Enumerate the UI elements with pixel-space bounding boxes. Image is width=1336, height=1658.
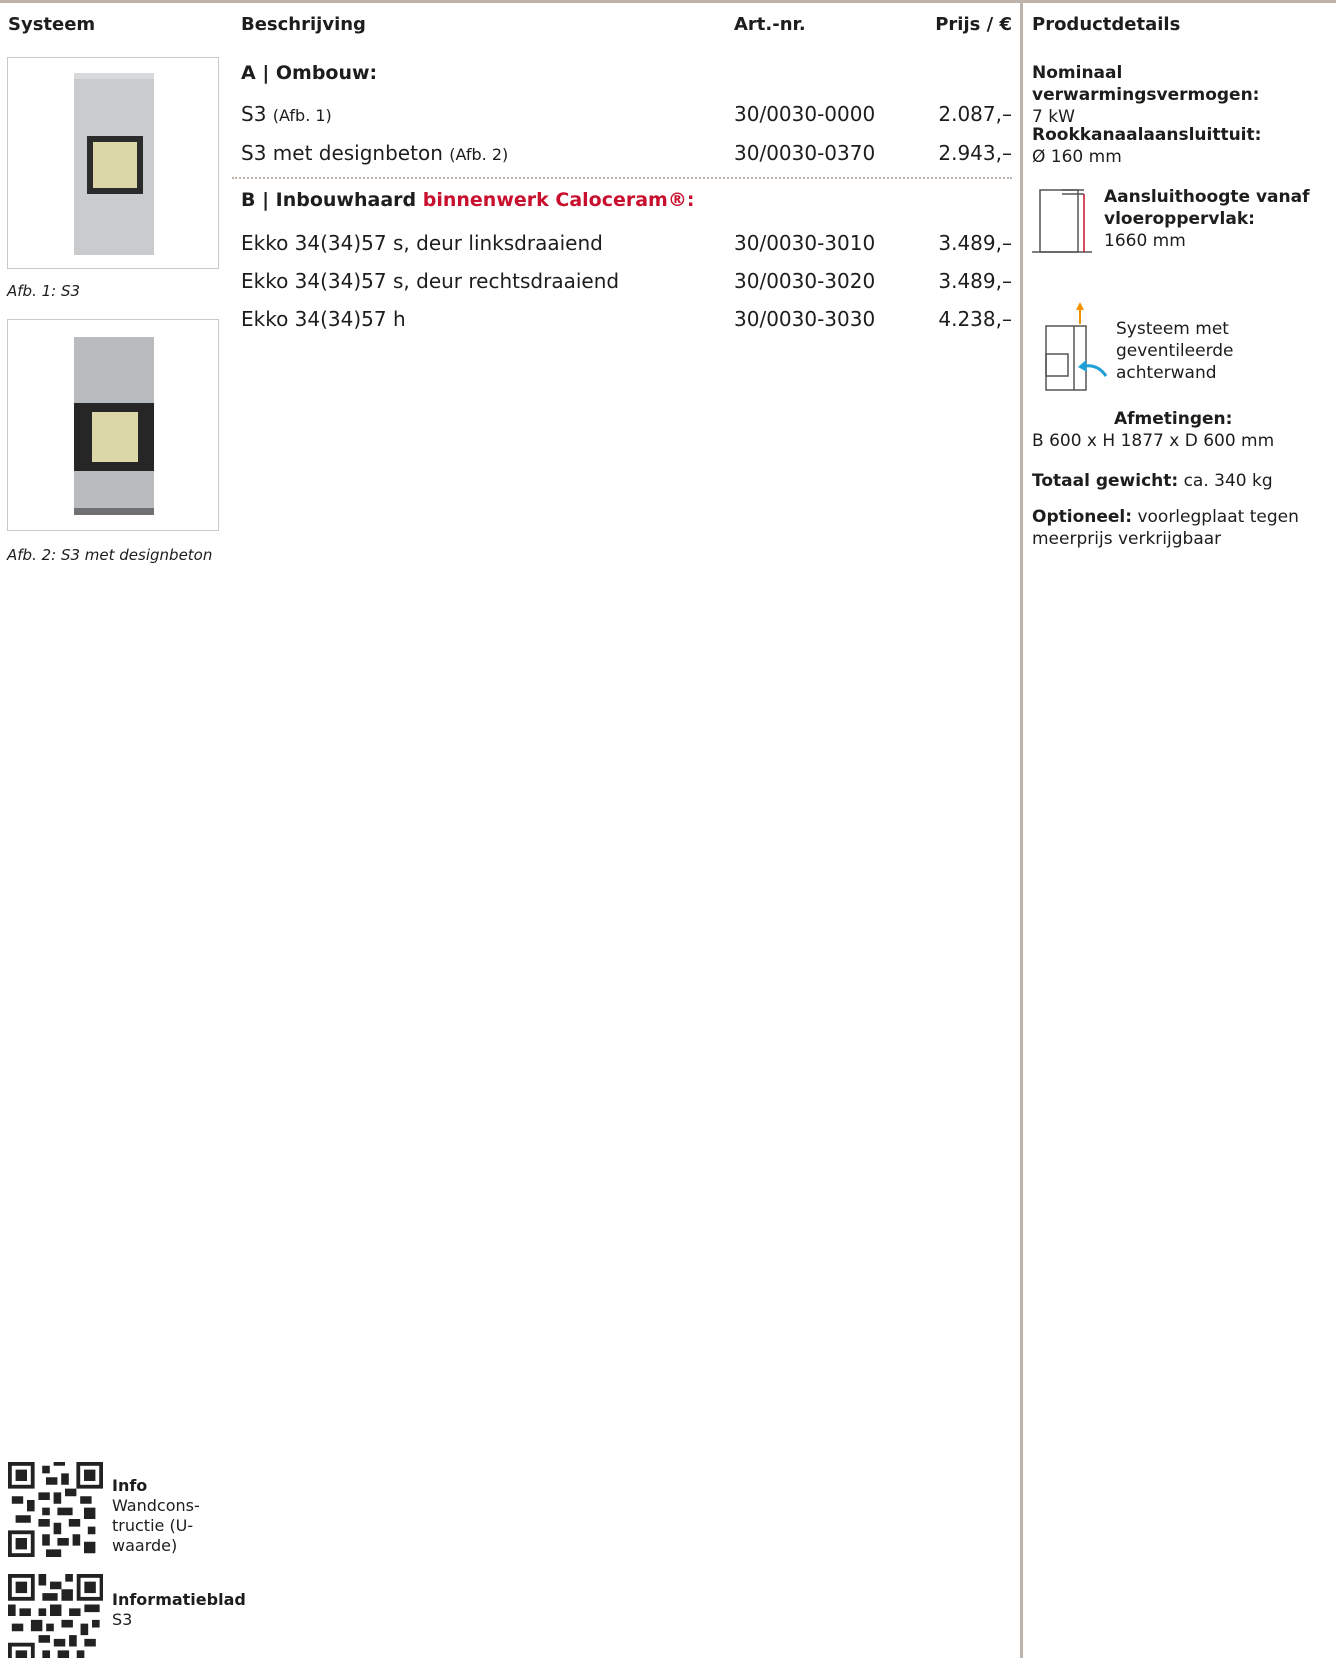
detail-dimensions: Afmetingen: B 600 x H 1877 x D 600 mm <box>1032 409 1275 451</box>
qr-code-informatieblad-icon[interactable] <box>8 1574 103 1658</box>
top-rule <box>0 0 1336 3</box>
detail-connection-height: Aansluithoogte vanaf vloeroppervlak: 1660… <box>1104 187 1310 251</box>
row-a2-artnr: 30/0030-0370 <box>734 141 876 165</box>
section-b-title: B | Inbouwhaard binnenwerk Caloceram®: <box>241 189 695 211</box>
product-photo-s3 <box>7 57 219 269</box>
row-b2-artnr: 30/0030-3020 <box>734 269 876 293</box>
qr-informatieblad-text: Informatieblad S3 <box>112 1590 246 1629</box>
stove-s3-designbeton-image <box>74 337 154 515</box>
row-b3-price: 4.238,– <box>938 307 1012 331</box>
row-b1-price: 3.489,– <box>938 231 1012 255</box>
ventilated-wall-icon <box>1045 302 1108 391</box>
row-a2-price: 2.943,– <box>938 141 1012 165</box>
header-systeem: Systeem <box>8 14 96 35</box>
row-b1-artnr: 30/0030-3010 <box>734 231 876 255</box>
detail-flue: Rookkanaalaansluittuit: Ø 160 mm <box>1032 125 1262 167</box>
detail-optional: Optioneel: voorlegplaat tegen meerprijs … <box>1032 507 1299 549</box>
row-a1-price: 2.087,– <box>938 102 1012 126</box>
detail-ventilated: Systeem met geventileerde achterwand <box>1116 319 1234 383</box>
row-a2-name: S3 met designbeton (Afb. 2) <box>241 141 509 165</box>
detail-weight: Totaal gewicht: ca. 340 kg <box>1032 471 1273 491</box>
column-divider <box>1020 0 1023 1658</box>
row-b1-name: Ekko 34(34)57 s, deur linksdraaiend <box>241 231 603 255</box>
product-photo-s3-designbeton <box>7 319 219 531</box>
header-productdetails: Productdetails <box>1032 14 1181 35</box>
row-b2-name: Ekko 34(34)57 s, deur rechtsdraaiend <box>241 269 620 293</box>
qr-code-info-icon[interactable] <box>8 1462 103 1557</box>
header-prijs: Prijs / € <box>935 14 1012 35</box>
stove-s3-image <box>74 73 154 255</box>
caption-fig2: Afb. 2: S3 met designbeton <box>7 546 213 564</box>
dotted-separator <box>232 177 1012 179</box>
detail-power: Nominaal verwarmingsvermogen: 7 kW <box>1032 63 1260 127</box>
row-b3-artnr: 30/0030-3030 <box>734 307 876 331</box>
section-b-highlight: binnenwerk Caloceram®: <box>422 189 695 211</box>
row-b2-price: 3.489,– <box>938 269 1012 293</box>
row-a1-name: S3 (Afb. 1) <box>241 102 332 126</box>
header-artnr: Art.-nr. <box>734 14 806 35</box>
row-b3-name: Ekko 34(34)57 h <box>241 307 406 331</box>
caption-fig1: Afb. 1: S3 <box>7 282 81 300</box>
header-beschrijving: Beschrijving <box>241 14 366 35</box>
row-a1-artnr: 30/0030-0000 <box>734 102 876 126</box>
connection-height-icon <box>1032 189 1092 253</box>
qr-info-text: Info Wandcons- tructie (U-waarde) <box>112 1476 200 1555</box>
section-a-title: A | Ombouw: <box>241 62 378 84</box>
